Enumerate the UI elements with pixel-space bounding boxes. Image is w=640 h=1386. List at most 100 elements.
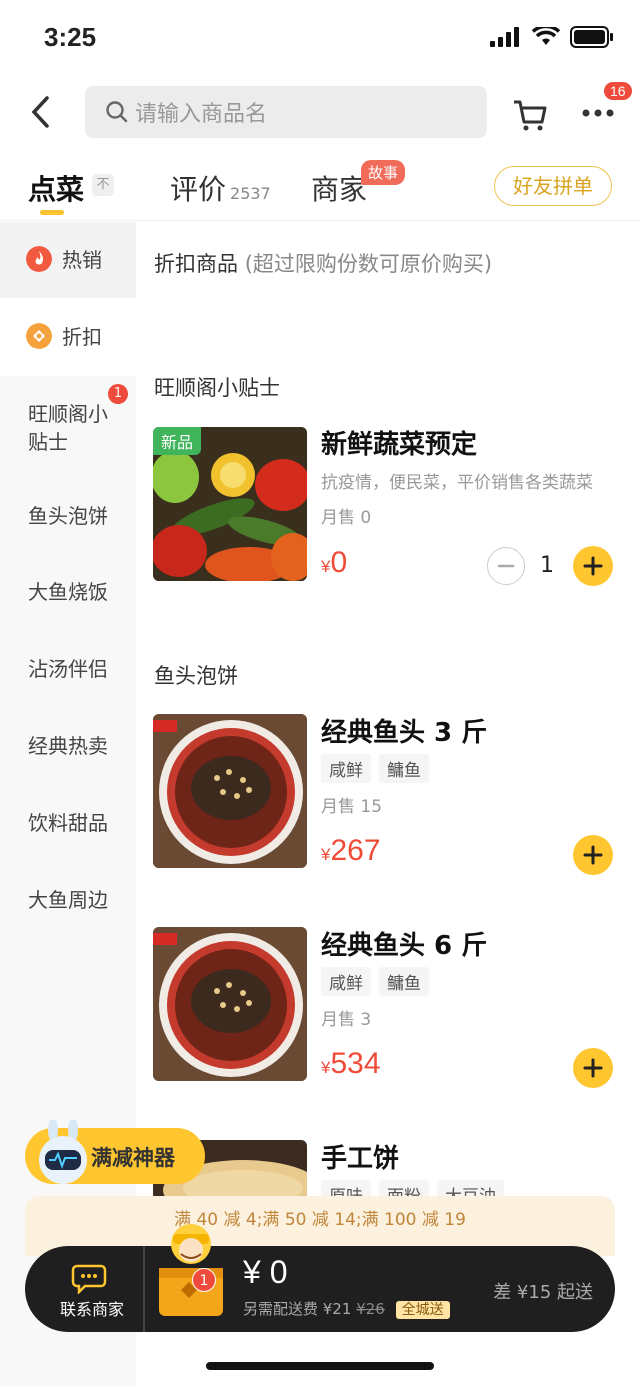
sidebar-item-label: 饮料甜品	[28, 811, 108, 835]
search-placeholder: 请输入商品名	[135, 102, 268, 127]
status-bar: 3:25	[0, 0, 640, 80]
price-value: 534	[330, 1047, 381, 1080]
sidebar-item-dip-soup[interactable]: 沾汤伴侣	[0, 655, 136, 683]
fire-icon	[26, 246, 52, 272]
item-image-fish-head-3[interactable]	[153, 714, 307, 868]
item-tag: 咸鲜	[321, 754, 371, 783]
delivery-mascot-icon[interactable]	[151, 1220, 227, 1330]
item-price: ¥267	[321, 834, 381, 868]
sidebar-badge: 1	[108, 384, 128, 404]
item-name: 手工饼	[321, 1144, 400, 1174]
battery-icon	[570, 26, 613, 48]
cart-icon[interactable]	[510, 94, 550, 134]
min-order-hint: 差 ¥15 起送	[493, 1282, 593, 1303]
new-badge: 新品	[153, 427, 202, 455]
cart-total: ¥ 0	[243, 1254, 288, 1290]
tab-merchant-label: 商家	[311, 173, 368, 206]
contact-merchant-label: 联系商家	[59, 1300, 124, 1319]
tab-order-label: 点菜	[28, 173, 85, 206]
status-icons	[490, 26, 614, 48]
contact-merchant-button[interactable]: 联系商家	[25, 1246, 143, 1332]
item-tags: 咸鲜 鳙鱼	[321, 754, 437, 783]
discount-tool-label: 满减神器	[91, 1146, 175, 1170]
tab-bar: 点菜 不 评价 2537 商家 故事 好友拼单	[0, 160, 640, 220]
status-time: 3:25	[44, 22, 97, 52]
section-title-fish-head: 鱼头泡饼	[154, 664, 238, 688]
city-delivery-badge: 全城送	[395, 1301, 450, 1319]
sidebar-item-merch[interactable]: 大鱼周边	[0, 886, 136, 914]
decrease-button[interactable]	[487, 547, 525, 585]
add-button[interactable]	[573, 546, 613, 586]
sidebar-item-fish-head[interactable]: 鱼头泡饼	[0, 502, 136, 530]
robot-mascot-icon	[39, 1120, 87, 1184]
section-title-tips: 旺顺阁小贴士	[154, 376, 280, 400]
delivery-fee-original: ¥26	[356, 1300, 385, 1318]
sidebar-item-big-fish-rice[interactable]: 大鱼烧饭	[0, 578, 136, 606]
minus-icon	[497, 564, 515, 568]
sidebar-item-label: 旺顺阁小贴士	[28, 402, 108, 454]
review-count: 2537	[230, 184, 271, 203]
price-value: 267	[330, 834, 381, 867]
item-image-fish-head-6[interactable]	[153, 927, 307, 1081]
plus-icon	[583, 1058, 603, 1078]
top-nav: 请输入商品名	[0, 86, 640, 140]
plus-icon	[583, 845, 603, 865]
tab-review-label: 评价	[170, 173, 227, 206]
sidebar-item-discount[interactable]: 折扣	[0, 298, 136, 376]
signal-icon	[490, 27, 519, 47]
tab-order[interactable]: 点菜	[28, 168, 85, 215]
item-tag: 鳙鱼	[379, 754, 429, 783]
item-price: ¥534	[321, 1047, 381, 1081]
more-icon[interactable]	[578, 96, 618, 130]
search-input[interactable]: 请输入商品名	[85, 86, 487, 138]
item-tag: 咸鲜	[321, 967, 371, 996]
sidebar-item-label: 经典热卖	[28, 734, 108, 758]
delivery-fee-text: 另需配送费 ¥21	[243, 1300, 352, 1318]
sidebar-item-classic[interactable]: 经典热卖	[0, 732, 136, 760]
item-price: ¥0	[321, 546, 347, 580]
tab-merchant[interactable]: 商家	[311, 168, 367, 208]
sidebar-item-drinks[interactable]: 饮料甜品	[0, 809, 136, 837]
quantity-value: 1	[540, 553, 554, 578]
fish-head-image	[153, 927, 307, 1081]
sidebar-item-label: 大鱼烧饭	[28, 580, 108, 604]
discount-tool-button[interactable]: 满减神器	[25, 1120, 205, 1184]
pin-top-icon[interactable]: 不	[92, 174, 114, 196]
item-tag: 鳙鱼	[379, 967, 429, 996]
home-indicator[interactable]	[206, 1362, 434, 1370]
sidebar-item-label: 热销	[62, 248, 102, 272]
plus-icon	[583, 556, 603, 576]
chat-icon	[71, 1264, 107, 1294]
item-name: 经典鱼头 6 斤	[321, 931, 488, 961]
tab-review[interactable]: 评价 2537	[170, 168, 271, 208]
search-icon	[106, 101, 128, 123]
sidebar-item-label: 鱼头泡饼	[28, 504, 108, 528]
sidebar-item-label: 折扣	[62, 325, 102, 349]
item-tags: 咸鲜 鳙鱼	[321, 967, 437, 996]
add-button[interactable]	[573, 1048, 613, 1088]
friend-group-order-button[interactable]: 好友拼单	[494, 166, 612, 206]
delivery-fee: 另需配送费 ¥21 ¥26 全城送	[243, 1298, 450, 1319]
more-badge: 16	[604, 82, 632, 100]
fish-head-image	[153, 714, 307, 868]
item-sales: 月售 3	[321, 1010, 372, 1030]
item-sales: 月售 0	[321, 508, 372, 528]
item-sales: 月售 15	[321, 797, 383, 817]
story-badge: 故事	[361, 160, 406, 185]
add-button[interactable]	[573, 835, 613, 875]
sidebar-item-tips[interactable]: 旺顺阁小贴士	[0, 400, 120, 476]
item-name: 经典鱼头 3 斤	[321, 718, 488, 748]
price-value: 0	[330, 546, 348, 579]
tab-underline	[40, 210, 64, 215]
section-title-text: 折扣商品	[154, 252, 238, 276]
item-name: 新鲜蔬菜预定	[321, 430, 478, 460]
sidebar-item-hot[interactable]: 热销	[0, 222, 136, 298]
sidebar-item-label: 沾汤伴侣	[28, 657, 108, 681]
bottom-separator	[143, 1246, 145, 1332]
tab-divider	[0, 220, 640, 221]
sidebar-item-label: 大鱼周边	[28, 888, 108, 912]
bottom-cart-bar: 联系商家 ¥ 0 另需配送费 ¥21 ¥26 全城送 差 ¥15 起送	[25, 1224, 615, 1332]
item-desc: 抗疫情，便民菜，平价销售各类蔬菜	[321, 473, 593, 493]
back-arrow-icon[interactable]	[22, 92, 62, 132]
cart-count-badge: 1	[192, 1268, 216, 1292]
